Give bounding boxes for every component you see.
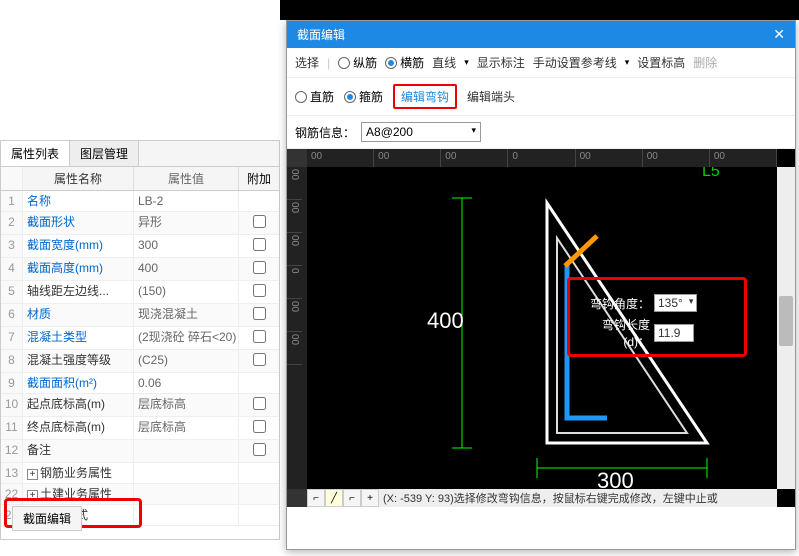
extra-checkbox[interactable] <box>253 307 266 320</box>
hook-length-label: 弯钩长度(d)： <box>580 316 650 350</box>
property-row[interactable]: 7 混凝土类型 (2现浇砼 碎石<20) <box>1 327 279 350</box>
expand-icon[interactable]: + <box>27 469 38 480</box>
ruler-horizontal: 0000000000000 <box>307 149 777 167</box>
property-row[interactable]: 12 备注 <box>1 440 279 463</box>
property-row[interactable]: 11 终点底标高(m) 层底标高 <box>1 417 279 440</box>
view-btn-2[interactable]: ╱ <box>325 489 343 507</box>
rebar-info-label: 钢筋信息： <box>295 124 355 141</box>
delete-tool[interactable]: 删除 <box>693 54 717 71</box>
extra-checkbox[interactable] <box>253 397 266 410</box>
hook-angle-combo[interactable]: 135°▾ <box>654 294 697 312</box>
close-icon[interactable]: ✕ <box>773 26 785 43</box>
property-row[interactable]: 2 截面形状 异形 <box>1 212 279 235</box>
hook-angle-label: 弯钩角度： <box>580 295 650 312</box>
editor-title: 截面编辑 <box>297 26 345 43</box>
bottom-status-bar: ⌐ ╱ ⌐ + (X: -539 Y: 93)选择修改弯钩信息，按鼠标右键完成修… <box>307 489 777 507</box>
property-row[interactable]: 8 混凝土强度等级 (C25) <box>1 350 279 373</box>
hook-params-popup: 弯钩角度： 135°▾ 弯钩长度(d)： 11.9 <box>567 277 747 357</box>
property-row[interactable]: 10 起点底标高(m) 层底标高 <box>1 394 279 417</box>
ruler-vertical: 00000000000 <box>287 167 307 489</box>
edit-hook-button[interactable]: 编辑弯钩 <box>393 84 457 109</box>
section-editor-window: 截面编辑 ✕ 选择 | 纵筋 横筋 直线 ▾ 显示标注 手动设置参考线 ▾ 设置… <box>286 20 796 550</box>
property-row[interactable]: 4 截面高度(mm) 400 <box>1 258 279 281</box>
property-group[interactable]: 13 +钢筋业务属性 <box>1 463 279 484</box>
dim-300: 300 <box>597 468 634 489</box>
rebar-info-combo[interactable]: A8@200▾ <box>361 122 481 142</box>
extra-checkbox[interactable] <box>253 330 266 343</box>
svg-text:L5: L5 <box>702 167 720 180</box>
select-tool[interactable]: 选择 <box>295 54 319 71</box>
radio-gujin[interactable]: 箍筋 <box>344 88 383 105</box>
header-value: 属性值 <box>134 167 239 190</box>
radio-zhijin[interactable]: 直筋 <box>295 88 334 105</box>
status-text: (X: -539 Y: 93)选择修改弯钩信息，按鼠标右键完成修改，左键中止或 <box>379 490 777 506</box>
extra-checkbox[interactable] <box>253 284 266 297</box>
bottom-tab-section-edit[interactable]: 截面编辑 <box>12 506 82 531</box>
tab-properties[interactable]: 属性列表 <box>1 141 70 166</box>
tab-layers[interactable]: 图层管理 <box>70 141 139 166</box>
extra-checkbox[interactable] <box>253 443 266 456</box>
extra-checkbox[interactable] <box>253 238 266 251</box>
dim-400: 400 <box>427 308 464 333</box>
edit-end-button[interactable]: 编辑端头 <box>467 88 515 105</box>
view-btn-4[interactable]: + <box>361 489 379 507</box>
property-panel: 属性列表 图层管理 属性名称 属性值 附加 1 名称 LB-2 2 截面形状 异… <box>0 140 280 540</box>
property-row[interactable]: 3 截面宽度(mm) 300 <box>1 235 279 258</box>
vertical-scrollbar[interactable] <box>777 167 795 489</box>
radio-hengjin[interactable]: 横筋 <box>385 54 424 71</box>
view-btn-1[interactable]: ⌐ <box>307 489 325 507</box>
manual-reference[interactable]: 手动设置参考线 <box>533 54 617 71</box>
extra-checkbox[interactable] <box>253 215 266 228</box>
property-row[interactable]: 6 材质 现浇混凝土 <box>1 304 279 327</box>
drawing-canvas-area: 0000000000000 00000000000 400 300 <box>287 149 795 507</box>
show-dimensions[interactable]: 显示标注 <box>477 54 525 71</box>
drawing-canvas[interactable]: 400 300 L5 弯钩角度： <box>307 167 777 489</box>
line-tool[interactable]: 直线 <box>432 54 456 71</box>
view-btn-3[interactable]: ⌐ <box>343 489 361 507</box>
property-row[interactable]: 9 截面面积(m²) 0.06 <box>1 373 279 394</box>
extra-checkbox[interactable] <box>253 420 266 433</box>
extra-checkbox[interactable] <box>253 353 266 366</box>
header-name: 属性名称 <box>23 167 134 190</box>
property-row[interactable]: 1 名称 LB-2 <box>1 191 279 212</box>
header-extra: 附加 <box>239 167 279 190</box>
property-row[interactable]: 5 轴线距左边线... (150) <box>1 281 279 304</box>
set-elevation[interactable]: 设置标高 <box>637 54 685 71</box>
radio-zongjin[interactable]: 纵筋 <box>338 54 377 71</box>
extra-checkbox[interactable] <box>253 261 266 274</box>
hook-length-input[interactable]: 11.9 <box>654 324 694 342</box>
